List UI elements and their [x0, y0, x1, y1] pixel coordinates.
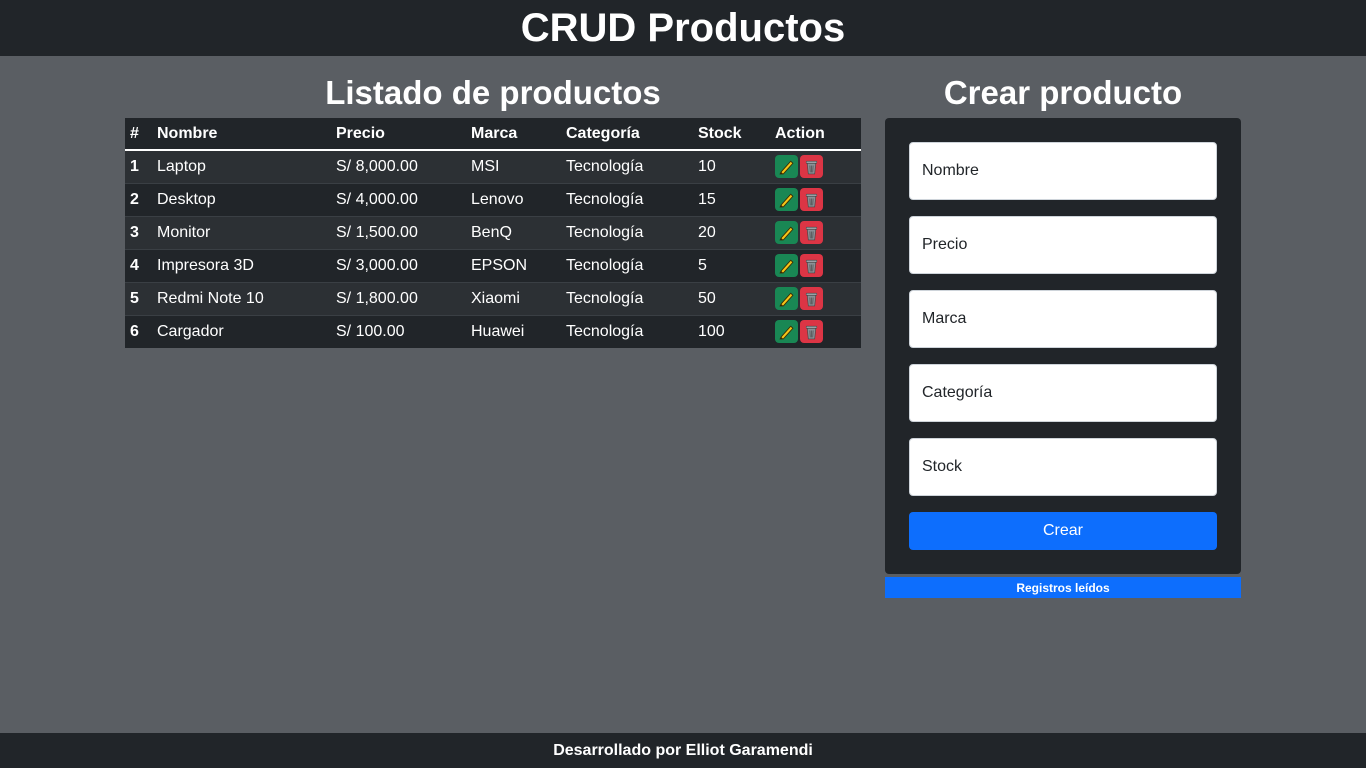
column-header-stock: Stock	[693, 118, 770, 151]
delete-button[interactable]	[800, 254, 823, 277]
trash-icon	[805, 161, 818, 175]
column-header-marca: Marca	[466, 118, 561, 151]
column-header-action: Action	[770, 118, 861, 151]
cell-precio: S/ 1,500.00	[331, 215, 466, 249]
cell-precio: S/ 4,000.00	[331, 182, 466, 216]
trash-icon	[805, 259, 818, 274]
cell-action	[770, 248, 861, 282]
pencil-icon	[779, 325, 794, 340]
cell-nombre: Impresora 3D	[152, 248, 331, 282]
cell-marca: EPSON	[466, 248, 561, 282]
cell-categoria: Tecnología	[561, 182, 693, 216]
cell-marca: BenQ	[466, 215, 561, 249]
precio-input[interactable]	[909, 216, 1217, 274]
cell-id: 3	[125, 215, 152, 249]
column-header-index: #	[125, 118, 152, 151]
cell-precio: S/ 100.00	[331, 314, 466, 348]
cell-id: 6	[125, 314, 152, 348]
top-navbar: CRUD Productos	[0, 0, 1366, 56]
cell-stock: 100	[693, 314, 770, 348]
cell-marca: Xiaomi	[466, 281, 561, 315]
cell-nombre: Redmi Note 10	[152, 281, 331, 315]
footer: Desarrollado por Elliot Garamendi	[0, 733, 1366, 768]
cell-stock: 15	[693, 182, 770, 216]
delete-button[interactable]	[800, 188, 823, 211]
cell-action	[770, 281, 861, 315]
cell-precio: S/ 1,800.00	[331, 281, 466, 315]
cell-categoria: Tecnología	[561, 248, 693, 282]
cell-categoria: Tecnología	[561, 281, 693, 315]
cell-id: 4	[125, 248, 152, 282]
footer-text: Desarrollado por Elliot Garamendi	[553, 741, 813, 759]
edit-button[interactable]	[775, 254, 798, 277]
table-header-row: # Nombre Precio Marca Categoría Stock Ac…	[125, 118, 861, 151]
page-title: CRUD Productos	[520, 6, 846, 50]
column-header-categoria: Categoría	[561, 118, 693, 151]
cell-stock: 10	[693, 149, 770, 183]
cell-stock: 20	[693, 215, 770, 249]
edit-button[interactable]	[775, 155, 798, 179]
pencil-icon	[779, 259, 794, 274]
pencil-icon	[779, 160, 794, 175]
cell-marca: MSI	[466, 149, 561, 183]
edit-button[interactable]	[775, 320, 798, 344]
cell-precio: S/ 8,000.00	[331, 149, 466, 183]
table-row: 6 Cargador S/ 100.00 Huawei Tecnología 1…	[125, 314, 861, 348]
marca-input[interactable]	[909, 290, 1217, 348]
cell-action	[770, 182, 861, 216]
products-table: # Nombre Precio Marca Categoría Stock Ac…	[125, 118, 861, 348]
cell-marca: Huawei	[466, 314, 561, 348]
delete-button[interactable]	[800, 155, 823, 179]
table-row: 5 Redmi Note 10 S/ 1,800.00 Xiaomi Tecno…	[125, 281, 861, 315]
cell-nombre: Monitor	[152, 215, 331, 249]
cell-action	[770, 314, 861, 348]
cell-stock: 50	[693, 281, 770, 315]
column-header-precio: Precio	[331, 118, 466, 151]
edit-button[interactable]	[775, 287, 798, 310]
nombre-input[interactable]	[909, 142, 1217, 200]
cell-precio: S/ 3,000.00	[331, 248, 466, 282]
table-row: 2 Desktop S/ 4,000.00 Lenovo Tecnología …	[125, 182, 861, 216]
trash-icon	[805, 326, 818, 340]
trash-icon	[805, 292, 818, 307]
edit-button[interactable]	[775, 221, 798, 244]
column-header-nombre: Nombre	[152, 118, 331, 151]
stock-input[interactable]	[909, 438, 1217, 496]
status-badge: Registros leídos	[885, 577, 1241, 598]
cell-action	[770, 149, 861, 183]
table-row: 4 Impresora 3D S/ 3,000.00 EPSON Tecnolo…	[125, 248, 861, 282]
categoria-input[interactable]	[909, 364, 1217, 422]
pencil-icon	[779, 226, 794, 241]
cell-categoria: Tecnología	[561, 215, 693, 249]
cell-id: 5	[125, 281, 152, 315]
cell-categoria: Tecnología	[561, 149, 693, 183]
create-title: Crear producto	[943, 74, 1183, 111]
pencil-icon	[779, 193, 794, 208]
delete-button[interactable]	[800, 221, 823, 244]
cell-id: 1	[125, 149, 152, 183]
pencil-icon	[779, 292, 794, 307]
create-product-form: Crear	[885, 118, 1241, 574]
cell-stock: 5	[693, 248, 770, 282]
cell-id: 2	[125, 182, 152, 216]
cell-action	[770, 215, 861, 249]
products-table-container: # Nombre Precio Marca Categoría Stock Ac…	[125, 118, 861, 348]
cell-nombre: Laptop	[152, 149, 331, 183]
cell-marca: Lenovo	[466, 182, 561, 216]
cell-categoria: Tecnología	[561, 314, 693, 348]
trash-icon	[805, 226, 818, 241]
crear-button[interactable]: Crear	[909, 512, 1217, 550]
edit-button[interactable]	[775, 188, 798, 211]
table-body: 1 Laptop S/ 8,000.00 MSI Tecnología 10 2…	[125, 149, 861, 348]
delete-button[interactable]	[800, 320, 823, 344]
trash-icon	[805, 193, 818, 208]
delete-button[interactable]	[800, 287, 823, 310]
cell-nombre: Desktop	[152, 182, 331, 216]
cell-nombre: Cargador	[152, 314, 331, 348]
list-title: Listado de productos	[325, 74, 661, 111]
table-row: 1 Laptop S/ 8,000.00 MSI Tecnología 10	[125, 149, 861, 183]
table-row: 3 Monitor S/ 1,500.00 BenQ Tecnología 20	[125, 215, 861, 249]
